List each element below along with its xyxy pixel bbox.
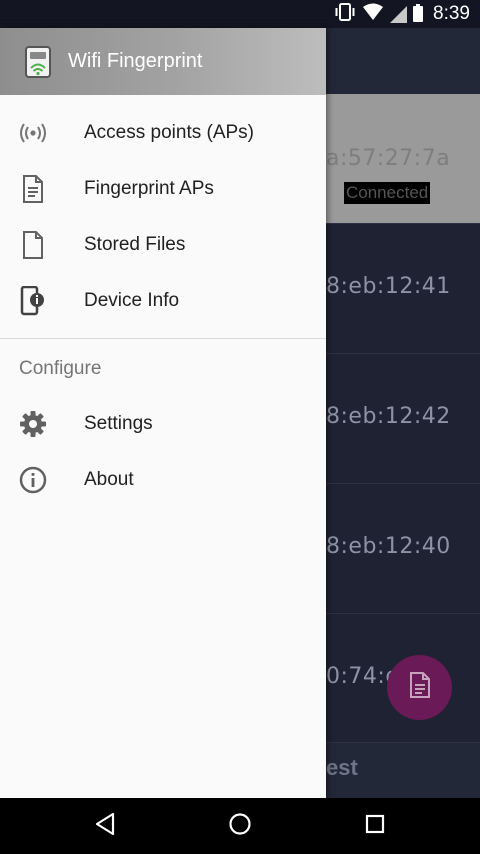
recents-icon: [364, 813, 386, 840]
status-icons: 8:39: [334, 0, 470, 28]
access-point-icon: [18, 118, 48, 148]
drawer-header: Wifi Fingerprint: [0, 28, 326, 95]
system-navigation-bar: [0, 798, 480, 854]
home-button[interactable]: [210, 806, 270, 846]
nav-item-stored-files[interactable]: Stored Files: [0, 217, 326, 273]
fingerprint-fab[interactable]: [387, 655, 452, 720]
ap-mac: 8:eb:12:41: [326, 274, 451, 299]
connected-badge: Connected: [344, 182, 431, 204]
nav-item-device-info[interactable]: Device Info: [0, 273, 326, 329]
wifi-fingerprint-logo-icon: [24, 46, 52, 78]
device-info-icon: [18, 286, 48, 316]
ap-mac: 8:eb:12:42: [326, 404, 451, 429]
bottom-bar-label: est: [326, 755, 358, 780]
nav-item-label: Fingerprint APs: [84, 178, 214, 199]
nav-item-settings[interactable]: Settings: [0, 396, 326, 452]
document-icon: [18, 174, 48, 204]
nav-item-label: About: [84, 469, 134, 490]
home-icon: [228, 812, 252, 841]
document-icon: [408, 671, 432, 704]
vibrate-icon: [334, 2, 356, 26]
nav-item-label: Stored Files: [84, 234, 186, 255]
ap-mac: a:57:27:7a: [326, 146, 451, 171]
section-title-configure: Configure: [19, 358, 102, 379]
cell-signal-icon: [390, 5, 408, 23]
recents-button[interactable]: [345, 806, 405, 846]
status-bar: 8:39: [0, 0, 480, 28]
nav-item-access-points[interactable]: Access points (APs): [0, 105, 326, 161]
file-icon: [18, 230, 48, 260]
status-time: 8:39: [433, 3, 470, 24]
nav-item-fingerprint-aps[interactable]: Fingerprint APs: [0, 161, 326, 217]
drawer-divider: [0, 338, 326, 339]
ap-mac: 8:eb:12:40: [326, 534, 451, 559]
back-icon: [94, 812, 116, 841]
nav-item-label: Settings: [84, 413, 153, 434]
info-icon: [18, 465, 48, 495]
battery-icon: [413, 4, 424, 22]
back-button[interactable]: [75, 806, 135, 846]
gear-icon: [18, 409, 48, 439]
wifi-icon: [362, 3, 384, 26]
navigation-drawer: Wifi Fingerprint Access points (APs) Fin…: [0, 28, 326, 798]
nav-item-about[interactable]: About: [0, 452, 326, 508]
drawer-title: Wifi Fingerprint: [68, 50, 203, 72]
nav-item-label: Device Info: [84, 290, 180, 311]
nav-item-label: Access points (APs): [84, 122, 254, 143]
